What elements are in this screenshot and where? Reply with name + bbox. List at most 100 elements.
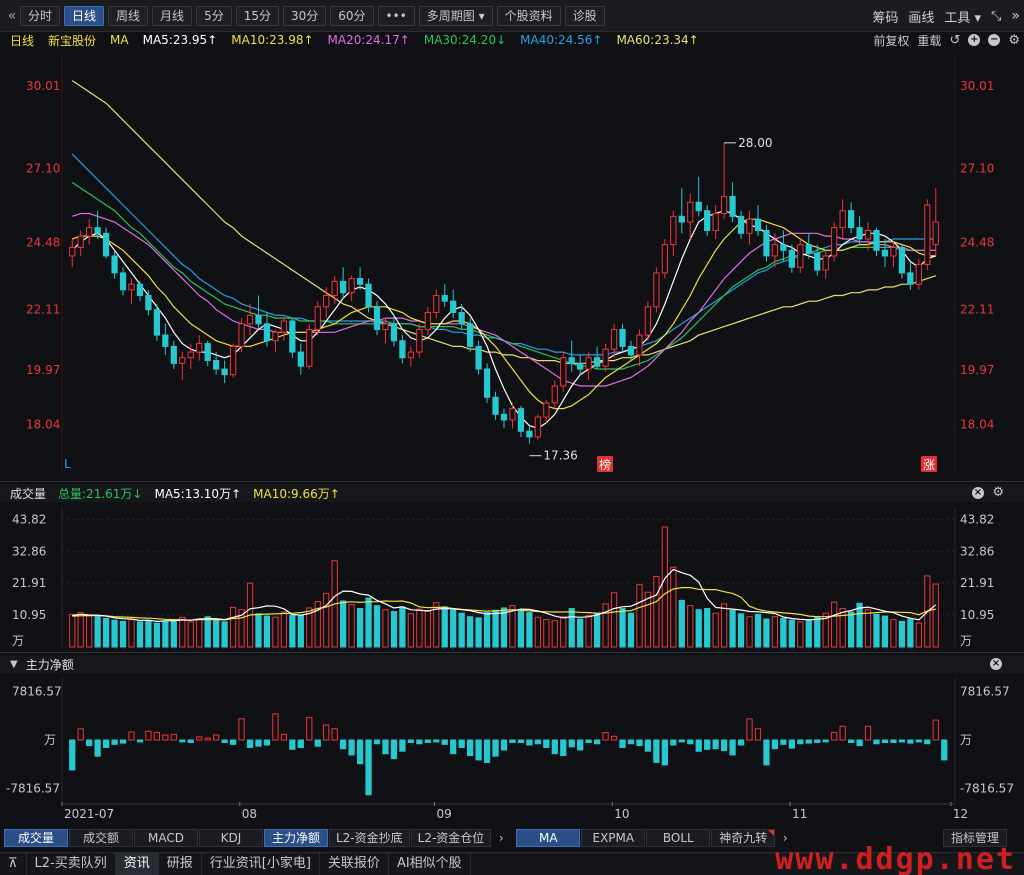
netflow-bar[interactable] xyxy=(272,713,279,741)
zoom-in-icon[interactable]: + xyxy=(968,34,981,46)
volume-bar[interactable] xyxy=(170,619,177,648)
volume-bar[interactable] xyxy=(111,619,118,648)
candle[interactable] xyxy=(644,301,652,341)
tab-l2-position[interactable]: L2-资金仓位 xyxy=(410,829,492,847)
volume-title[interactable]: 成交量 xyxy=(10,485,46,502)
candle[interactable] xyxy=(661,238,668,279)
volume-bar[interactable] xyxy=(746,616,753,648)
stock-info-button[interactable]: 个股资料 xyxy=(496,5,561,26)
tab-l2-bottom[interactable]: L2-资金抄底 xyxy=(329,829,410,847)
netflow-bar[interactable] xyxy=(907,739,914,744)
volume-bar[interactable] xyxy=(619,608,626,648)
netflow-bar[interactable] xyxy=(340,739,347,750)
netflow-bar[interactable] xyxy=(780,739,787,745)
netflow-bar[interactable] xyxy=(941,739,948,761)
volume-chart[interactable]: 43.82 43.82 32.86 32.86 21.91 21.91 10.95 10.95… xyxy=(0,503,1024,649)
netflow-bar[interactable] xyxy=(306,717,313,741)
tab-boll[interactable]: BOLL xyxy=(646,829,711,847)
volume-bar[interactable] xyxy=(661,526,668,648)
volume-bar[interactable] xyxy=(517,609,525,648)
netflow-bar[interactable] xyxy=(179,739,186,743)
volume-bar[interactable] xyxy=(873,613,880,648)
volume-bar[interactable] xyxy=(356,608,364,648)
volume-bar[interactable] xyxy=(102,617,110,648)
netflow-bar[interactable] xyxy=(754,728,762,741)
netflow-bar[interactable] xyxy=(492,739,499,757)
netflow-bar[interactable] xyxy=(136,739,144,743)
volume-bar[interactable] xyxy=(627,612,635,648)
netflow-bar[interactable] xyxy=(890,739,897,743)
tools-dropdown[interactable]: 工具 ▾ xyxy=(944,7,981,26)
volume-bar[interactable] xyxy=(416,608,423,648)
netflow-bar[interactable] xyxy=(594,739,601,745)
volume-bar[interactable] xyxy=(153,622,161,648)
netflow-bar[interactable] xyxy=(873,739,880,745)
volume-bar[interactable] xyxy=(543,619,550,648)
netflow-bar[interactable] xyxy=(356,739,364,765)
netflow-bar[interactable] xyxy=(847,739,855,743)
volume-bar[interactable] xyxy=(847,611,855,648)
volume-bar[interactable] xyxy=(196,618,203,648)
reload-button[interactable]: 重载 xyxy=(917,32,941,49)
tab-research[interactable]: 研报 xyxy=(159,852,202,875)
volume-bar[interactable] xyxy=(687,605,694,648)
netflow-bar[interactable] xyxy=(399,739,406,752)
volume-bar[interactable] xyxy=(729,609,736,648)
netflow-bar[interactable] xyxy=(771,739,779,750)
volume-bar[interactable] xyxy=(653,576,660,648)
netflow-bar[interactable] xyxy=(924,739,931,745)
netflow-bar[interactable] xyxy=(365,739,372,796)
period-tab-1[interactable]: 日线 xyxy=(64,5,105,26)
netflow-bar[interactable] xyxy=(788,739,795,749)
volume-bar[interactable] xyxy=(636,584,643,648)
collapse-icon[interactable]: ⊼ xyxy=(0,852,27,875)
netflow-bar[interactable] xyxy=(831,732,838,741)
netflow-bar[interactable] xyxy=(653,739,660,763)
netflow-bar[interactable] xyxy=(153,732,161,741)
volume-bar[interactable] xyxy=(670,566,677,648)
netflow-bar[interactable] xyxy=(560,739,567,757)
tab-shenqi[interactable]: 神奇九转 xyxy=(711,829,776,847)
netflow-bar[interactable] xyxy=(627,739,635,745)
stock-name[interactable]: 新宝股份 xyxy=(48,32,96,49)
netflow-bar[interactable] xyxy=(348,739,355,756)
candle[interactable] xyxy=(560,352,567,392)
volume-bar[interactable] xyxy=(577,618,584,648)
volume-bar[interactable] xyxy=(585,615,592,648)
volume-bar[interactable] xyxy=(907,618,914,648)
netflow-bar[interactable] xyxy=(543,739,550,748)
volume-bar[interactable] xyxy=(382,609,389,648)
netflow-bar[interactable] xyxy=(475,739,482,761)
close-icon[interactable]: × xyxy=(972,487,984,499)
volume-bar[interactable] xyxy=(263,615,271,648)
netflow-bar[interactable] xyxy=(467,739,474,757)
netflow-bar[interactable] xyxy=(390,739,398,760)
gear-icon[interactable]: ⚙ xyxy=(1008,33,1020,48)
volume-bar[interactable] xyxy=(720,603,728,648)
volume-bar[interactable] xyxy=(229,606,237,648)
netflow-bar[interactable] xyxy=(670,739,677,746)
volume-bar[interactable] xyxy=(500,607,508,648)
netflow-bar[interactable] xyxy=(737,739,745,746)
candle[interactable] xyxy=(153,304,161,341)
netflow-bar[interactable] xyxy=(814,739,821,743)
volume-bar[interactable] xyxy=(890,619,897,648)
volume-bar[interactable] xyxy=(898,620,906,648)
period-tab-2[interactable]: 周线 xyxy=(108,5,149,26)
netflow-bar[interactable] xyxy=(517,739,525,743)
netflow-bar[interactable] xyxy=(864,725,872,741)
volume-bar[interactable] xyxy=(678,599,685,648)
volume-bar[interactable] xyxy=(560,616,567,648)
tab-industry-news[interactable]: 行业资讯[小家电] xyxy=(202,852,320,875)
candle[interactable] xyxy=(831,222,838,262)
netflow-bar[interactable] xyxy=(915,739,922,743)
netflow-bar[interactable] xyxy=(568,739,575,748)
volume-bar[interactable] xyxy=(856,602,863,648)
volume-bar[interactable] xyxy=(213,619,220,648)
netflow-bar[interactable] xyxy=(94,739,101,757)
tab-news[interactable]: 资讯 xyxy=(115,852,159,875)
volume-bar[interactable] xyxy=(814,616,821,648)
netflow-bar[interactable] xyxy=(204,737,211,741)
netflow-bar[interactable] xyxy=(704,739,711,750)
tab-turnover[interactable]: 成交额 xyxy=(69,829,133,847)
